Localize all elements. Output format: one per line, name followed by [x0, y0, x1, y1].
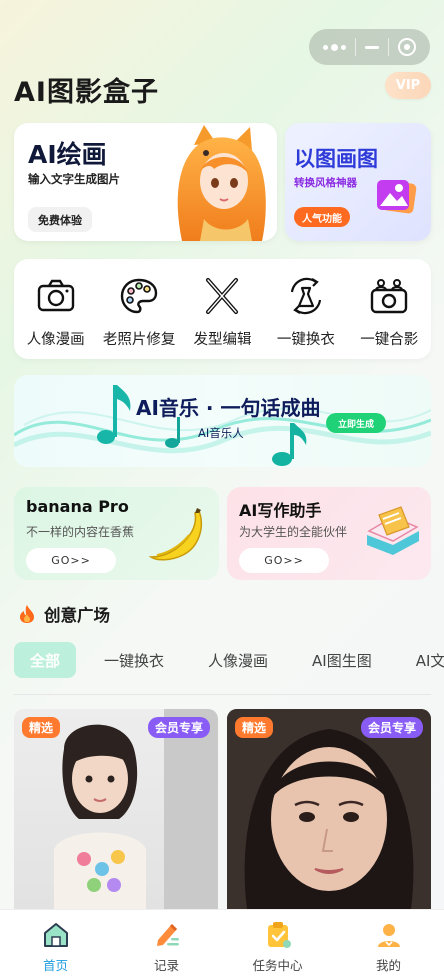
vip-badge[interactable]: VIP: [385, 72, 431, 99]
tool-group-photo[interactable]: 一键合影: [348, 259, 430, 359]
fire-icon: [20, 605, 34, 623]
tool-label: 老照片修复: [102, 332, 176, 348]
camera-icon: [37, 279, 74, 312]
section-title: 创意广场: [44, 606, 110, 625]
featured-badge: 精选: [22, 717, 61, 738]
writer-go-button[interactable]: GO>>: [239, 548, 329, 573]
ai-music-subtitle: AI音乐人: [198, 426, 244, 440]
palette-icon: [120, 278, 158, 314]
tab-portrait-comic[interactable]: 人像漫画: [192, 642, 284, 678]
img2img-title: 以图画图: [294, 147, 378, 171]
woman-portrait-photo: [227, 709, 431, 909]
ai-paint-card[interactable]: AI绘画 输入文字生成图片 免费体验: [14, 123, 277, 241]
tabs-divider: [14, 694, 431, 695]
nav-label: 任务中心: [252, 958, 303, 973]
nav-task-center[interactable]: 任务中心: [233, 910, 323, 978]
nav-home[interactable]: 首页: [11, 910, 101, 978]
tool-label: 人像漫画: [26, 332, 85, 348]
ai-writer-card[interactable]: AI写作助手 为大学生的全能伙伴 GO>>: [227, 487, 431, 580]
creative-card-child[interactable]: 精选 会员专享: [14, 709, 218, 909]
capsule-divider: [387, 38, 389, 56]
home-icon: [43, 923, 68, 947]
banana-title: banana Pro: [26, 497, 129, 516]
ai-paint-title: AI绘画: [28, 140, 107, 169]
scissors-icon: [206, 278, 239, 314]
category-tabs: 全部 一键换衣 人像漫画 AI图生图 AI文: [14, 641, 444, 679]
tool-label: 一键合影: [360, 332, 419, 348]
tool-old-photo-restore[interactable]: 老照片修复: [98, 259, 180, 359]
more-menu-icon[interactable]: [323, 43, 347, 51]
creative-card-woman[interactable]: 精选 会员专享: [227, 709, 431, 909]
generate-now-button[interactable]: 立即生成: [326, 413, 387, 433]
minimize-icon[interactable]: [364, 45, 379, 49]
tab-ai-img2img[interactable]: AI图生图: [296, 642, 388, 678]
child-photo: [54, 709, 218, 909]
group-camera-icon: [371, 279, 408, 314]
image-to-image-card[interactable]: 以图画图 转换风格神器 人气功能: [285, 123, 431, 241]
book-icon: [367, 506, 419, 555]
tab-outfit-swap[interactable]: 一键换衣: [88, 642, 180, 678]
banana-icon: [148, 508, 203, 561]
bottom-tab-bar: 首页 记录 任务中心 我的: [0, 909, 444, 978]
nav-label: 我的: [375, 958, 401, 973]
pencil-record-icon: [156, 924, 179, 946]
ai-music-banner[interactable]: AI音乐 · 一句话成曲 AI音乐人 立即生成: [14, 375, 431, 467]
free-trial-button[interactable]: 免费体验: [28, 207, 92, 232]
anime-girl-illustration: [164, 123, 277, 241]
member-only-badge: 会员专享: [360, 717, 423, 738]
img2img-subtitle: 转换风格神器: [294, 177, 357, 189]
banana-go-button[interactable]: GO>>: [26, 548, 116, 573]
tool-hairstyle-edit[interactable]: 发型编辑: [181, 259, 263, 359]
tool-portrait-comic[interactable]: 人像漫画: [15, 259, 97, 359]
nav-label: 首页: [42, 958, 68, 973]
picture-stack-icon: [377, 180, 417, 214]
creative-section-header: 创意广场: [18, 602, 110, 626]
ai-paint-subtitle: 输入文字生成图片: [28, 172, 120, 186]
nav-label: 记录: [153, 958, 179, 973]
tools-row: 人像漫画 老照片修复 发型编辑 一键换衣 一键合影: [14, 259, 431, 359]
tool-outfit-swap[interactable]: 一键换衣: [265, 259, 347, 359]
tab-ai-text[interactable]: AI文: [400, 642, 444, 678]
tab-all[interactable]: 全部: [14, 642, 77, 678]
tool-label: 发型编辑: [193, 332, 252, 348]
user-icon: [377, 924, 400, 947]
featured-badge: 精选: [235, 717, 274, 738]
ai-music-title: AI音乐 · 一句话成曲: [136, 396, 321, 420]
writer-subtitle: 为大学生的全能伙伴: [239, 525, 348, 539]
popular-tag: 人气功能: [294, 207, 350, 227]
outfit-swap-icon: [290, 277, 321, 315]
clipboard-task-icon: [267, 922, 291, 948]
member-only-badge: 会员专享: [147, 717, 210, 738]
tool-label: 一键换衣: [276, 332, 335, 348]
banana-subtitle: 不一样的内容在香蕉: [26, 525, 135, 539]
nav-mine[interactable]: 我的: [344, 910, 434, 978]
close-target-icon[interactable]: [397, 38, 416, 56]
banana-pro-card[interactable]: banana Pro 不一样的内容在香蕉 GO>>: [14, 487, 219, 580]
miniprogram-capsule: [309, 29, 430, 65]
capsule-divider: [355, 38, 357, 56]
writer-title: AI写作助手: [239, 501, 322, 520]
app-title: AI图影盒子: [14, 77, 159, 108]
nav-records[interactable]: 记录: [122, 910, 212, 978]
